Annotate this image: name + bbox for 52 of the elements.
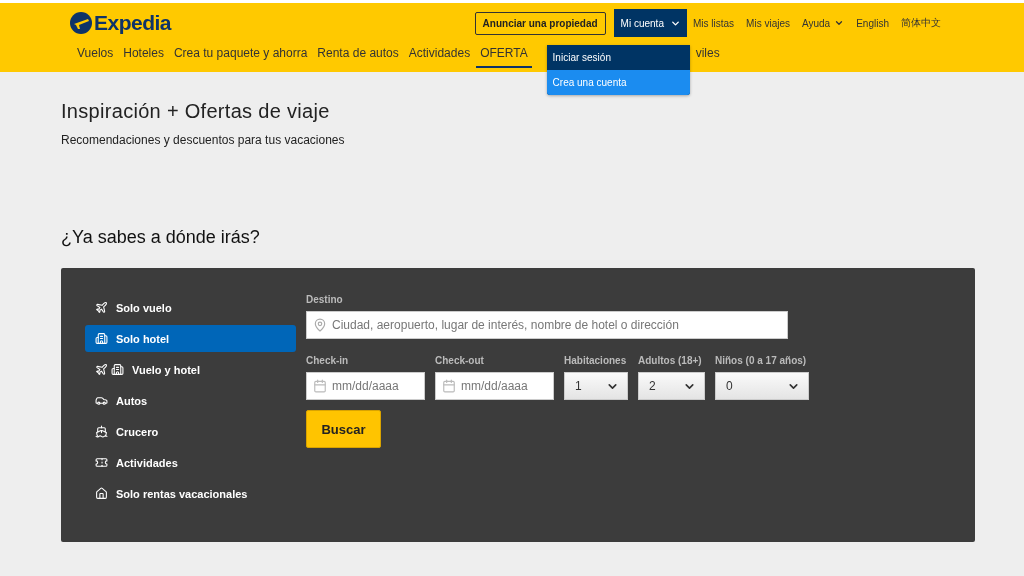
select-field[interactable]: 0: [715, 372, 809, 400]
ship-icon: [95, 425, 108, 438]
nav-tab[interactable]: OFERTA: [476, 43, 532, 68]
field-label: Check-out: [435, 355, 485, 366]
search-type-tab[interactable]: Crucero: [85, 418, 296, 445]
list-property-button[interactable]: Anunciar una propiedad: [474, 11, 606, 35]
car-icon: [95, 394, 108, 407]
search-type-tab[interactable]: Autos: [85, 387, 296, 414]
house-icon: [95, 487, 108, 500]
building-icon: [95, 332, 108, 345]
section-heading: ¿Ya sabes a dónde irás?: [61, 227, 261, 248]
nav-tab[interactable]: Hoteles: [119, 43, 168, 68]
search-button[interactable]: Buscar: [306, 410, 381, 448]
destination-field[interactable]: Ciudad, aeropuerto, lugar de interés, nombre de hotel o dirección: [306, 311, 788, 339]
search-type-tab[interactable]: Solo rentas vacacionales: [85, 480, 296, 507]
search-type-tab[interactable]: Vuelo y hotel: [85, 356, 296, 383]
ticket-icon: [95, 456, 108, 469]
nav-tab[interactable]: Crea tu paquete y ahorra: [169, 43, 312, 68]
map-pin-icon: [313, 318, 327, 332]
page-subtitle: Recomendaciones y descuentos para tus vacaciones: [61, 133, 346, 147]
field-label: Destino: [306, 294, 344, 305]
field-label: Adultos (18+): [638, 355, 703, 366]
calendar-icon: [442, 379, 456, 393]
search-type-tab[interactable]: Solo vuelo: [85, 294, 296, 321]
calendar-icon: [313, 379, 327, 393]
nav-tab[interactable]: Vuelos: [73, 43, 118, 68]
search-type-tab[interactable]: Solo hotel: [85, 325, 296, 352]
page-title: Inspiración + Ofertas de viaje: [61, 100, 331, 123]
globe-plane-icon: [70, 12, 92, 34]
chevron-down-icon: [834, 18, 845, 28]
header-link[interactable]: English: [850, 17, 895, 29]
select-field[interactable]: 1: [564, 372, 628, 400]
select-field[interactable]: 2: [638, 372, 705, 400]
plane-icon: [95, 301, 108, 314]
nav-tab[interactable]: Renta de autos: [313, 43, 403, 68]
plane-building-icon: [95, 363, 124, 376]
nav-tab[interactable]: Actividades: [404, 43, 475, 68]
account-menu-button[interactable]: Mi cuenta: [613, 9, 687, 37]
date-field[interactable]: mm/dd/aaaa: [435, 372, 554, 400]
help-link[interactable]: Ayuda: [796, 17, 851, 29]
logo-text: Expedia: [94, 11, 172, 35]
field-label: Habitaciones: [564, 355, 628, 366]
menu-item[interactable]: Iniciar sesión: [546, 45, 690, 70]
logo[interactable]: Expedia: [70, 11, 172, 35]
field-label: Check-in: [306, 355, 350, 366]
field-label: Niños (0 a 17 años): [715, 355, 808, 366]
header-link[interactable]: Mis viajes: [740, 17, 796, 29]
header-link[interactable]: 简体中文: [895, 16, 947, 30]
search-type-tab[interactable]: Actividades: [85, 449, 296, 476]
nav-tab[interactable]: viles: [691, 43, 724, 68]
date-field[interactable]: mm/dd/aaaa: [306, 372, 425, 400]
header-link[interactable]: Mis listas: [686, 17, 741, 29]
